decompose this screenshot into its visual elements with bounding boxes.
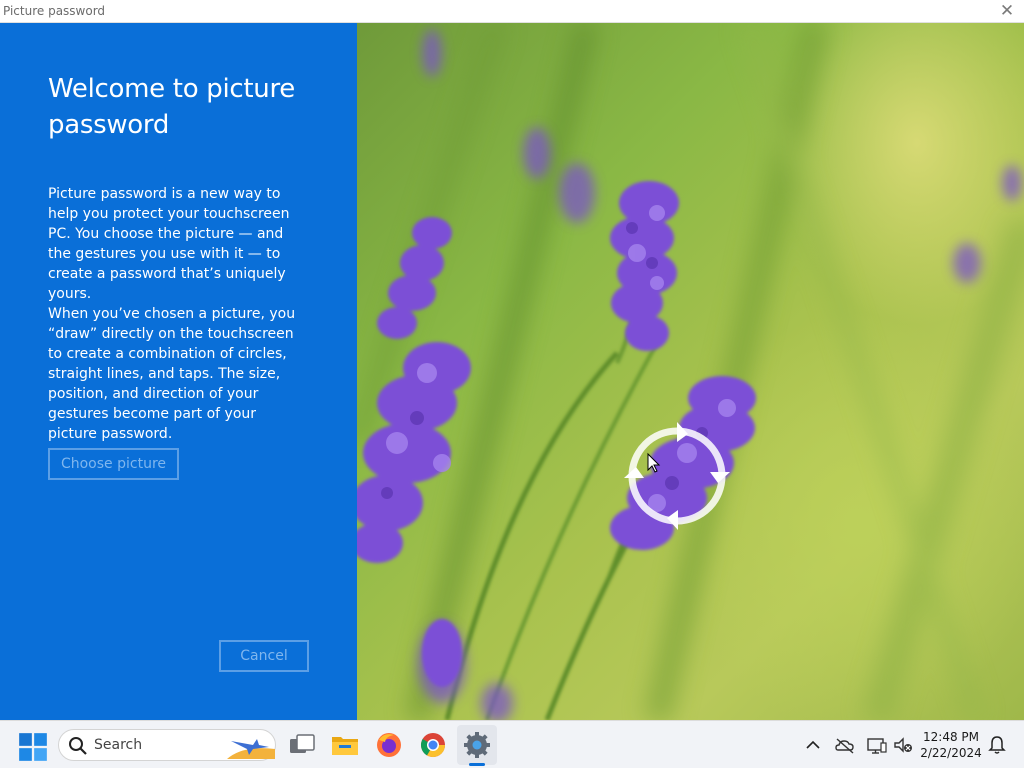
page-title: Welcome to picture password <box>48 74 295 140</box>
search-highlight-icon <box>227 739 275 759</box>
close-icon[interactable]: ✕ <box>998 1 1016 21</box>
network-icon[interactable] <box>866 733 888 757</box>
task-view-icon[interactable] <box>287 730 317 760</box>
start-icon[interactable] <box>18 732 48 762</box>
notification-bell-icon[interactable] <box>987 733 1007 757</box>
instructions-paragraph: When you’ve chosen a picture, you “draw”… <box>48 306 296 442</box>
taskbar-search[interactable]: Search <box>58 729 276 761</box>
picture-canvas[interactable] <box>357 23 1024 720</box>
clock-date: 2/22/2024 <box>920 746 982 760</box>
file-explorer-icon[interactable] <box>330 730 360 760</box>
intro-paragraph: Picture password is a new way to help yo… <box>48 186 290 302</box>
title-bar: Picture password ✕ <box>0 0 1024 23</box>
cancel-button[interactable]: Cancel <box>219 640 309 672</box>
rotate-circle-icon <box>624 422 730 530</box>
settings-icon[interactable] <box>462 730 492 760</box>
search-label: Search <box>94 737 143 753</box>
onedrive-icon[interactable] <box>834 733 856 757</box>
firefox-icon[interactable] <box>374 730 404 760</box>
chrome-icon[interactable] <box>418 730 448 760</box>
volume-muted-icon[interactable] <box>892 733 914 757</box>
choose-picture-button[interactable]: Choose picture <box>48 448 179 480</box>
chevron-up-icon[interactable] <box>804 733 822 757</box>
instructions-panel: Welcome to picture password Picture pass… <box>0 23 357 720</box>
search-icon <box>69 737 87 755</box>
active-app-indicator <box>469 763 485 766</box>
lavender-flowers-image <box>357 23 1024 720</box>
clock-time: 12:48 PM <box>923 730 979 744</box>
taskbar: Search 12:48 PM 2/22/2024 <box>0 720 1024 768</box>
system-clock[interactable]: 12:48 PM 2/22/2024 <box>914 729 988 761</box>
window-title: Picture password <box>3 4 106 18</box>
